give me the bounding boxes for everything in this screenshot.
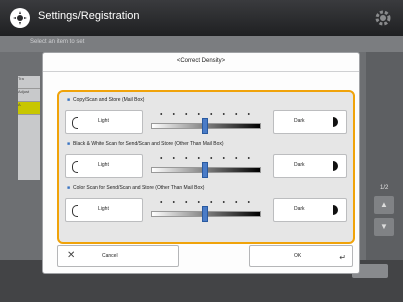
bullet-icon: ■ — [67, 141, 71, 147]
divider — [43, 71, 359, 72]
slider-knob[interactable] — [202, 206, 208, 222]
density-slider-copy-scan[interactable] — [151, 110, 261, 134]
page-down-button[interactable]: ▼ — [374, 218, 394, 236]
slider-ticks — [155, 200, 255, 204]
dialog-title: <Correct Density> — [176, 58, 226, 64]
instruction-text: Select an item to set — [30, 39, 85, 45]
light-button-copy-scan[interactable]: Light — [65, 110, 143, 134]
ok-button[interactable]: OK ↵ — [249, 245, 353, 267]
light-half-circle-icon — [72, 161, 78, 173]
list-item: Tra — [18, 76, 40, 89]
light-button-bw-scan[interactable]: Light — [65, 154, 143, 178]
instruction-bar: Select an item to set — [0, 36, 403, 52]
light-half-circle-icon — [72, 205, 78, 217]
section-label-color-scan: ■ Color Scan for Send/Scan and Store (Oth… — [67, 185, 205, 191]
dark-button-bw-scan[interactable]: Dark — [273, 154, 347, 178]
slider-knob[interactable] — [202, 118, 208, 134]
section-label-bw-scan: ■ Black & White Scan for Send/Scan and St… — [67, 141, 224, 147]
background-list: Tra Adjust A — [18, 76, 40, 180]
dark-half-circle-icon — [333, 161, 338, 171]
correct-density-dialog: <Correct Density> ■ Copy/Scan and Store (… — [42, 52, 360, 274]
return-arrow-icon: ↵ — [339, 253, 346, 262]
dark-half-circle-icon — [333, 205, 338, 215]
light-button-color-scan[interactable]: Light — [65, 198, 143, 222]
slider-ticks — [155, 156, 255, 160]
slider-ticks — [155, 112, 255, 116]
close-icon: ✕ — [67, 250, 76, 261]
gear-icon[interactable] — [373, 8, 393, 28]
app-title: Settings/Registration — [38, 10, 140, 22]
cancel-button[interactable]: ✕ Cancel — [57, 245, 179, 267]
settings-registration-icon — [10, 8, 30, 28]
bullet-icon: ■ — [67, 97, 71, 103]
section-label-copy-scan: ■ Copy/Scan and Store (Mail Box) — [67, 97, 145, 103]
density-slider-color-scan[interactable] — [151, 198, 261, 222]
dark-button-copy-scan[interactable]: Dark — [273, 110, 347, 134]
bullet-icon: ■ — [67, 185, 71, 191]
list-item: Adjust — [18, 89, 40, 102]
list-item: A — [18, 102, 40, 115]
dark-half-circle-icon — [333, 117, 338, 127]
slider-knob[interactable] — [202, 162, 208, 178]
density-slider-bw-scan[interactable] — [151, 154, 261, 178]
dark-button-color-scan[interactable]: Dark — [273, 198, 347, 222]
density-settings-frame: ■ Copy/Scan and Store (Mail Box) Light Da… — [57, 90, 355, 244]
page-indicator: 1/2 — [380, 185, 389, 191]
page-up-button[interactable]: ▲ — [374, 196, 394, 214]
light-half-circle-icon — [72, 117, 78, 129]
